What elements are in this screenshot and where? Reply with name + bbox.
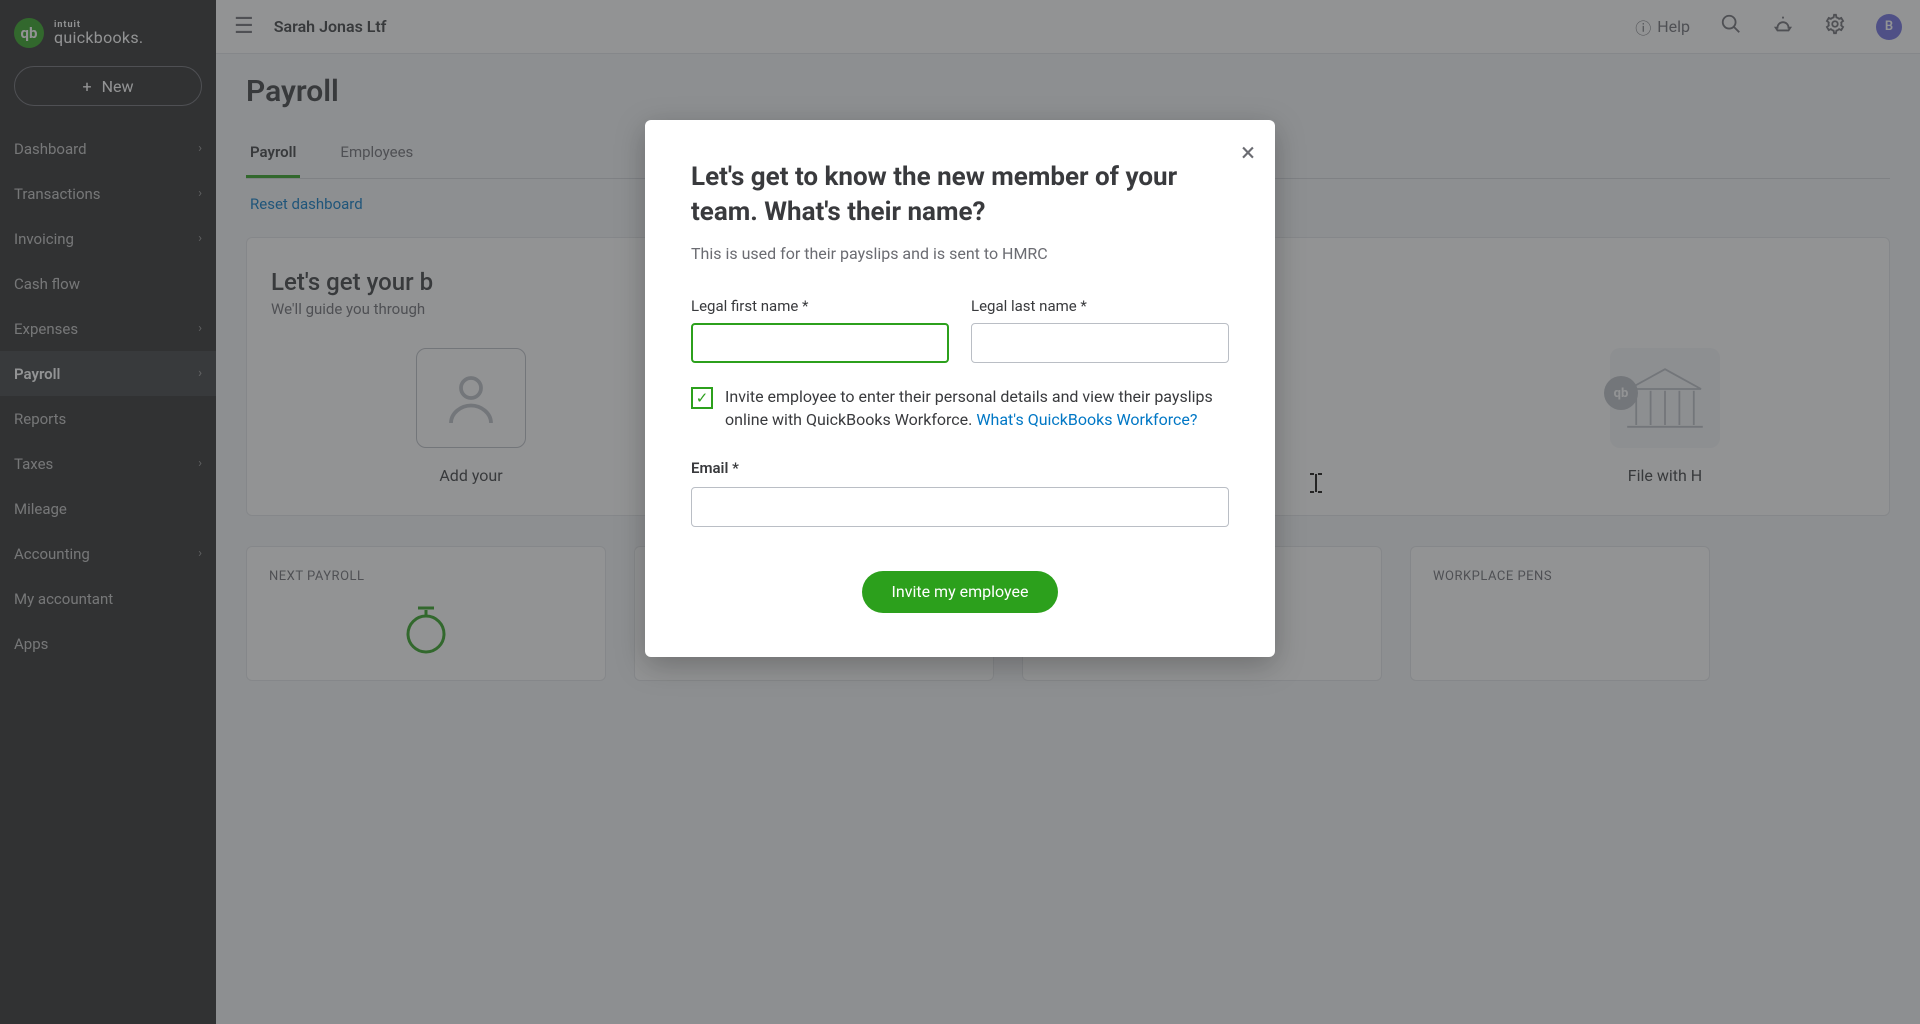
email-input[interactable] bbox=[691, 487, 1229, 527]
last-name-input[interactable] bbox=[971, 323, 1229, 363]
modal-subtitle: This is used for their payslips and is s… bbox=[691, 244, 1229, 263]
invite-checkbox[interactable]: ✓ bbox=[691, 387, 713, 409]
modal-scrim[interactable]: × Let's get to know the new member of yo… bbox=[0, 0, 1920, 1024]
email-field: Email * bbox=[691, 458, 1229, 527]
workforce-help-link[interactable]: What's QuickBooks Workforce? bbox=[976, 410, 1197, 429]
first-name-input[interactable] bbox=[691, 323, 949, 363]
modal-title: Let's get to know the new member of your… bbox=[691, 160, 1229, 230]
first-name-field: Legal first name * bbox=[691, 297, 949, 363]
invite-checkbox-text: Invite employee to enter their personal … bbox=[725, 385, 1229, 431]
close-icon[interactable]: × bbox=[1241, 138, 1255, 168]
modal-actions: Invite my employee bbox=[691, 571, 1229, 613]
text-cursor-icon bbox=[1308, 472, 1324, 494]
add-employee-modal: × Let's get to know the new member of yo… bbox=[645, 120, 1275, 657]
last-name-field: Legal last name * bbox=[971, 297, 1229, 363]
invite-employee-button[interactable]: Invite my employee bbox=[862, 571, 1059, 613]
invite-checkbox-row: ✓ Invite employee to enter their persona… bbox=[691, 385, 1229, 431]
name-row: Legal first name * Legal last name * bbox=[691, 297, 1229, 363]
last-name-label: Legal last name * bbox=[971, 297, 1229, 315]
first-name-label: Legal first name * bbox=[691, 297, 949, 315]
email-label: Email * bbox=[691, 459, 739, 477]
